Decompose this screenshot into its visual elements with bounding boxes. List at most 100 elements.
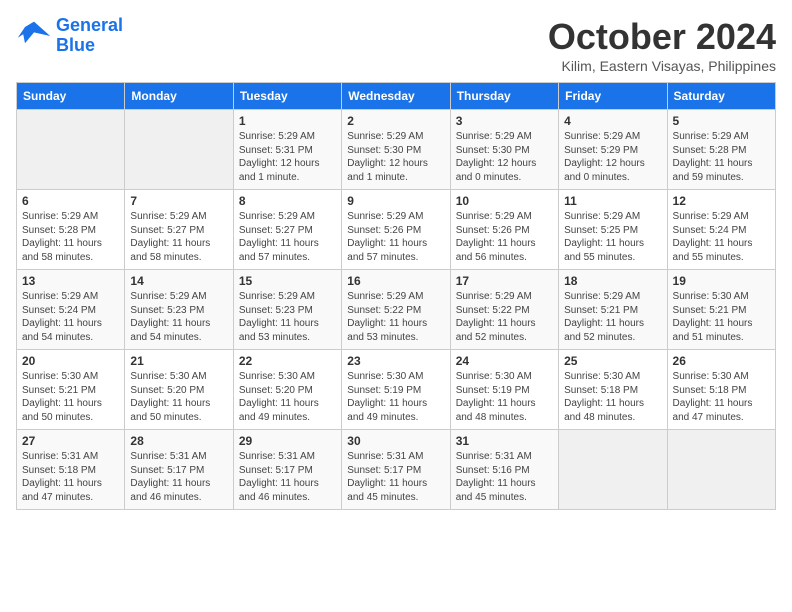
- week-row: 6Sunrise: 5:29 AM Sunset: 5:28 PM Daylig…: [17, 190, 776, 270]
- day-content: Sunrise: 5:29 AM Sunset: 5:26 PM Dayligh…: [456, 210, 553, 264]
- column-header-wednesday: Wednesday: [342, 83, 450, 110]
- page-header: General Blue October 2024 Kilim, Eastern…: [16, 16, 776, 74]
- day-content: Sunrise: 5:31 AM Sunset: 5:17 PM Dayligh…: [347, 450, 444, 504]
- day-number: 6: [22, 194, 119, 208]
- day-content: Sunrise: 5:29 AM Sunset: 5:27 PM Dayligh…: [130, 210, 227, 264]
- week-row: 13Sunrise: 5:29 AM Sunset: 5:24 PM Dayli…: [17, 270, 776, 350]
- calendar-cell: 13Sunrise: 5:29 AM Sunset: 5:24 PM Dayli…: [17, 270, 125, 350]
- day-content: Sunrise: 5:29 AM Sunset: 5:30 PM Dayligh…: [347, 130, 444, 184]
- day-content: Sunrise: 5:29 AM Sunset: 5:22 PM Dayligh…: [347, 290, 444, 344]
- calendar-cell: 27Sunrise: 5:31 AM Sunset: 5:18 PM Dayli…: [17, 430, 125, 510]
- day-number: 29: [239, 434, 336, 448]
- calendar-table: SundayMondayTuesdayWednesdayThursdayFrid…: [16, 82, 776, 510]
- day-number: 22: [239, 354, 336, 368]
- calendar-cell: 29 Sunrise: 5:31 AM Sunset: 5:17 PM Dayli…: [233, 430, 341, 510]
- column-header-saturday: Saturday: [667, 83, 775, 110]
- calendar-body: 1 Sunrise: 5:29 AM Sunset: 5:31 PM Daylig…: [17, 110, 776, 510]
- calendar-cell: 3 Sunrise: 5:29 AM Sunset: 5:30 PM Daylig…: [450, 110, 558, 190]
- title-area: October 2024 Kilim, Eastern Visayas, Phi…: [548, 16, 776, 74]
- calendar-cell: 17 Sunrise: 5:29 AM Sunset: 5:22 PM Dayli…: [450, 270, 558, 350]
- day-number: 24: [456, 354, 553, 368]
- logo-text: General Blue: [56, 16, 123, 56]
- day-number: 8: [239, 194, 336, 208]
- calendar-cell: 5Sunrise: 5:29 AM Sunset: 5:28 PM Daylig…: [667, 110, 775, 190]
- day-content: Sunrise: 5:30 AM Sunset: 5:19 PM Dayligh…: [456, 370, 553, 424]
- calendar-cell: [125, 110, 233, 190]
- day-content: Sunrise: 5:29 AM Sunset: 5:30 PM Dayligh…: [456, 130, 553, 184]
- day-number: 4: [564, 114, 661, 128]
- logo-icon: [16, 18, 52, 54]
- day-number: 25: [564, 354, 661, 368]
- calendar-cell: 4 Sunrise: 5:29 AM Sunset: 5:29 PM Daylig…: [559, 110, 667, 190]
- day-number: 20: [22, 354, 119, 368]
- column-header-friday: Friday: [559, 83, 667, 110]
- calendar-cell: [17, 110, 125, 190]
- location-subtitle: Kilim, Eastern Visayas, Philippines: [548, 58, 776, 74]
- calendar-cell: 18 Sunrise: 5:29 AM Sunset: 5:21 PM Dayli…: [559, 270, 667, 350]
- day-number: 30: [347, 434, 444, 448]
- day-number: 27: [22, 434, 119, 448]
- column-header-thursday: Thursday: [450, 83, 558, 110]
- day-content: Sunrise: 5:29 AM Sunset: 5:23 PM Dayligh…: [130, 290, 227, 344]
- day-content: Sunrise: 5:30 AM Sunset: 5:21 PM Dayligh…: [673, 290, 770, 344]
- week-row: 27Sunrise: 5:31 AM Sunset: 5:18 PM Dayli…: [17, 430, 776, 510]
- calendar-header: SundayMondayTuesdayWednesdayThursdayFrid…: [17, 83, 776, 110]
- calendar-cell: 21 Sunrise: 5:30 AM Sunset: 5:20 PM Dayli…: [125, 350, 233, 430]
- day-number: 16: [347, 274, 444, 288]
- calendar-cell: 7 Sunrise: 5:29 AM Sunset: 5:27 PM Daylig…: [125, 190, 233, 270]
- day-number: 10: [456, 194, 553, 208]
- calendar-cell: 19 Sunrise: 5:30 AM Sunset: 5:21 PM Dayli…: [667, 270, 775, 350]
- day-number: 11: [564, 194, 661, 208]
- day-content: Sunrise: 5:29 AM Sunset: 5:24 PM Dayligh…: [673, 210, 770, 264]
- calendar-cell: 6Sunrise: 5:29 AM Sunset: 5:28 PM Daylig…: [17, 190, 125, 270]
- calendar-cell: 15 Sunrise: 5:29 AM Sunset: 5:23 PM Dayli…: [233, 270, 341, 350]
- day-number: 31: [456, 434, 553, 448]
- calendar-cell: 14 Sunrise: 5:29 AM Sunset: 5:23 PM Dayli…: [125, 270, 233, 350]
- day-content: Sunrise: 5:30 AM Sunset: 5:19 PM Dayligh…: [347, 370, 444, 424]
- logo: General Blue: [16, 16, 123, 56]
- calendar-cell: 12Sunrise: 5:29 AM Sunset: 5:24 PM Dayli…: [667, 190, 775, 270]
- calendar-cell: 22 Sunrise: 5:30 AM Sunset: 5:20 PM Dayli…: [233, 350, 341, 430]
- day-content: Sunrise: 5:29 AM Sunset: 5:22 PM Dayligh…: [456, 290, 553, 344]
- week-row: 20Sunrise: 5:30 AM Sunset: 5:21 PM Dayli…: [17, 350, 776, 430]
- calendar-cell: 1 Sunrise: 5:29 AM Sunset: 5:31 PM Daylig…: [233, 110, 341, 190]
- day-content: Sunrise: 5:29 AM Sunset: 5:28 PM Dayligh…: [673, 130, 770, 184]
- day-number: 9: [347, 194, 444, 208]
- column-header-sunday: Sunday: [17, 83, 125, 110]
- calendar-cell: 30 Sunrise: 5:31 AM Sunset: 5:17 PM Dayli…: [342, 430, 450, 510]
- day-content: Sunrise: 5:29 AM Sunset: 5:31 PM Dayligh…: [239, 130, 336, 184]
- day-content: Sunrise: 5:31 AM Sunset: 5:17 PM Dayligh…: [239, 450, 336, 504]
- day-content: Sunrise: 5:30 AM Sunset: 5:20 PM Dayligh…: [130, 370, 227, 424]
- day-number: 28: [130, 434, 227, 448]
- day-number: 7: [130, 194, 227, 208]
- week-row: 1 Sunrise: 5:29 AM Sunset: 5:31 PM Daylig…: [17, 110, 776, 190]
- day-content: Sunrise: 5:30 AM Sunset: 5:18 PM Dayligh…: [564, 370, 661, 424]
- day-number: 18: [564, 274, 661, 288]
- calendar-cell: 8 Sunrise: 5:29 AM Sunset: 5:27 PM Daylig…: [233, 190, 341, 270]
- calendar-cell: 2Sunrise: 5:29 AM Sunset: 5:30 PM Daylig…: [342, 110, 450, 190]
- calendar-cell: [559, 430, 667, 510]
- column-header-tuesday: Tuesday: [233, 83, 341, 110]
- day-number: 21: [130, 354, 227, 368]
- day-number: 1: [239, 114, 336, 128]
- day-number: 17: [456, 274, 553, 288]
- day-content: Sunrise: 5:29 AM Sunset: 5:23 PM Dayligh…: [239, 290, 336, 344]
- calendar-cell: 25 Sunrise: 5:30 AM Sunset: 5:18 PM Dayli…: [559, 350, 667, 430]
- day-content: Sunrise: 5:29 AM Sunset: 5:21 PM Dayligh…: [564, 290, 661, 344]
- day-content: Sunrise: 5:29 AM Sunset: 5:27 PM Dayligh…: [239, 210, 336, 264]
- day-number: 15: [239, 274, 336, 288]
- day-content: Sunrise: 5:30 AM Sunset: 5:18 PM Dayligh…: [673, 370, 770, 424]
- day-number: 19: [673, 274, 770, 288]
- calendar-cell: 31 Sunrise: 5:31 AM Sunset: 5:16 PM Dayli…: [450, 430, 558, 510]
- day-number: 3: [456, 114, 553, 128]
- header-row: SundayMondayTuesdayWednesdayThursdayFrid…: [17, 83, 776, 110]
- calendar-cell: 26Sunrise: 5:30 AM Sunset: 5:18 PM Dayli…: [667, 350, 775, 430]
- day-number: 13: [22, 274, 119, 288]
- day-content: Sunrise: 5:31 AM Sunset: 5:16 PM Dayligh…: [456, 450, 553, 504]
- calendar-cell: 16 Sunrise: 5:29 AM Sunset: 5:22 PM Dayli…: [342, 270, 450, 350]
- day-content: Sunrise: 5:29 AM Sunset: 5:25 PM Dayligh…: [564, 210, 661, 264]
- day-content: Sunrise: 5:29 AM Sunset: 5:29 PM Dayligh…: [564, 130, 661, 184]
- day-number: 14: [130, 274, 227, 288]
- month-title: October 2024: [548, 16, 776, 58]
- day-content: Sunrise: 5:30 AM Sunset: 5:20 PM Dayligh…: [239, 370, 336, 424]
